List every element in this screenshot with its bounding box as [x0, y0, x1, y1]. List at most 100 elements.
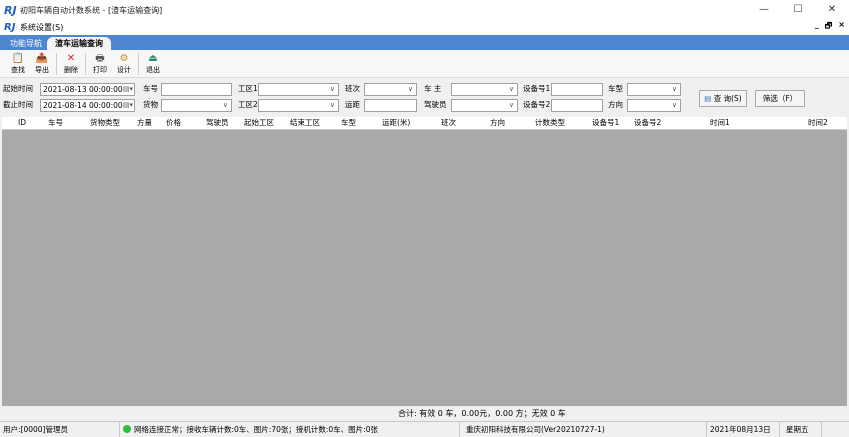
menu-logo: RJ	[4, 22, 16, 33]
query-button[interactable]: ▤ 查 询(S)	[699, 90, 747, 107]
export-button[interactable]: 📤 导出	[30, 50, 54, 78]
delete-button[interactable]: ✕ 删除	[59, 50, 83, 78]
network-ok-icon	[123, 425, 131, 433]
find-button-label: 查找	[11, 66, 25, 74]
tab-muck-truck-query[interactable]: 渣车运输查询	[47, 37, 111, 50]
menu-system-settings[interactable]: 系统设置(S)	[20, 22, 63, 33]
maximize-button[interactable]: ☐	[781, 0, 815, 20]
col-header[interactable]: 设备号2	[634, 117, 661, 129]
mdi-close-button[interactable]: ×	[838, 20, 845, 34]
owner-select[interactable]	[451, 83, 518, 96]
tab-strip: 功能导航 渣车运输查询	[0, 35, 849, 50]
filter-button[interactable]: 筛选（F）	[755, 90, 805, 107]
summary-bar: 合计: 有效 0 车，0.00元，0.00 方；无效 0 车	[0, 407, 849, 421]
status-weekday: 星期五	[780, 422, 822, 437]
col-header[interactable]: 车型	[341, 117, 356, 129]
status-user: 用户:[0000]管理员	[0, 422, 120, 437]
print-button[interactable]: 🖶 打印	[88, 50, 112, 78]
col-header[interactable]: 方量	[137, 117, 152, 129]
goods-select[interactable]	[161, 99, 232, 112]
status-date: 2021年08月13日	[707, 422, 780, 437]
plate-input[interactable]	[161, 83, 232, 96]
driver-label: 驾驶员	[424, 100, 447, 109]
distance-input[interactable]	[364, 99, 417, 112]
tab-function-nav[interactable]: 功能导航	[4, 37, 48, 50]
zone2-select[interactable]	[258, 99, 339, 112]
status-bar: 用户:[0000]管理员 网络连接正常；接收车辆计数:0车、图片:70张；接机计…	[0, 421, 849, 437]
search-icon: 📋	[11, 53, 25, 64]
find-button[interactable]: 📋 查找	[6, 50, 30, 78]
exit-button-label: 退出	[146, 66, 160, 74]
status-company: 重庆初阳科技有限公司(Ver20210727-1)	[460, 422, 707, 437]
col-header[interactable]: 计数类型	[535, 117, 565, 129]
title-bar: RJ 初阳车辆自动计数系统 - [渣车运输查询] — ☐ ✕	[0, 0, 849, 20]
mdi-minimize-button[interactable]: _	[815, 20, 819, 34]
cartype-label: 车型	[608, 84, 623, 93]
filter-panel: 起始时间 2021-08-13 00:00:00 截止时间 2021-08-14…	[0, 80, 849, 116]
col-header[interactable]: 时间1	[710, 117, 730, 129]
col-header[interactable]: 货物类型	[90, 117, 120, 129]
col-header[interactable]: 运距(米)	[382, 117, 410, 129]
print-button-label: 打印	[93, 66, 107, 74]
close-button[interactable]: ✕	[815, 0, 849, 20]
query-button-label: 查 询(S)	[713, 94, 742, 103]
col-header[interactable]: 设备号1	[592, 117, 619, 129]
exit-icon: ⏏	[148, 53, 158, 64]
col-header[interactable]: 驾驶员	[206, 117, 229, 129]
zone1-select[interactable]	[258, 83, 339, 96]
distance-label: 运距	[345, 100, 360, 109]
col-header[interactable]: 起始工区	[244, 117, 274, 129]
mdi-restore-button[interactable]: 🗗	[825, 20, 833, 34]
grid-header: ID 车号 货物类型 方量 价格 驾驶员 起始工区 结束工区 车型 运距(米) …	[2, 117, 847, 130]
export-button-label: 导出	[35, 66, 49, 74]
col-header[interactable]: 车号	[48, 117, 63, 129]
plate-label: 车号	[143, 84, 158, 93]
col-header[interactable]: 价格	[166, 117, 181, 129]
toolbar-separator	[85, 53, 86, 75]
start-time-picker[interactable]: 2021-08-13 00:00:00	[40, 83, 135, 96]
summary-text: 合计: 有效 0 车，0.00元，0.00 方；无效 0 车	[398, 409, 566, 418]
owner-label: 车 主	[424, 84, 442, 93]
window-title: 初阳车辆自动计数系统 - [渣车运输查询]	[20, 5, 163, 15]
design-icon: ⚙	[119, 53, 129, 64]
status-network-text: 网络连接正常；接收车辆计数:0车、图片:70张；接机计数:0车、图片:0张	[134, 425, 378, 434]
delete-icon: ✕	[66, 53, 76, 64]
toolbar: 📋 查找 📤 导出 ✕ 删除 🖶 打印 ⚙ 设计 ⏏ 退出	[0, 50, 849, 78]
end-time-picker[interactable]: 2021-08-14 00:00:00	[40, 99, 135, 112]
device2-input[interactable]	[551, 99, 603, 112]
cartype-select[interactable]	[627, 83, 681, 96]
col-header[interactable]: ID	[18, 117, 26, 129]
shift-label: 班次	[345, 84, 360, 93]
zone1-label: 工区1	[238, 84, 258, 93]
toolbar-separator	[138, 53, 139, 75]
window-controls: — ☐ ✕	[747, 0, 849, 20]
zone2-label: 工区2	[238, 100, 258, 109]
design-button-label: 设计	[117, 66, 131, 74]
mdi-controls: _ 🗗 ×	[815, 20, 845, 34]
device1-input[interactable]	[551, 83, 603, 96]
direction-select[interactable]	[627, 99, 681, 112]
app-logo: RJ	[4, 3, 17, 17]
driver-select[interactable]	[451, 99, 518, 112]
col-header[interactable]: 方向	[490, 117, 505, 129]
col-header[interactable]: 班次	[441, 117, 456, 129]
shift-select[interactable]	[364, 83, 417, 96]
status-network: 网络连接正常；接收车辆计数:0车、图片:70张；接机计数:0车、图片:0张	[120, 422, 460, 437]
end-time-label: 截止时间	[3, 100, 33, 109]
query-icon: ▤	[704, 94, 712, 103]
col-header[interactable]: 时间2	[808, 117, 828, 129]
minimize-button[interactable]: —	[747, 0, 781, 20]
goods-label: 货物	[143, 100, 158, 109]
device2-label: 设备号2	[523, 100, 551, 109]
device1-label: 设备号1	[523, 84, 551, 93]
export-icon: 📤	[35, 53, 49, 64]
design-button[interactable]: ⚙ 设计	[112, 50, 136, 78]
toolbar-separator	[56, 53, 57, 75]
exit-button[interactable]: ⏏ 退出	[141, 50, 165, 78]
start-time-label: 起始时间	[3, 84, 33, 93]
delete-button-label: 删除	[64, 66, 78, 74]
menu-bar: RJ 系统设置(S) _ 🗗 ×	[0, 20, 849, 35]
grid-body[interactable]	[2, 130, 847, 406]
direction-label: 方向	[608, 100, 623, 109]
col-header[interactable]: 结束工区	[290, 117, 320, 129]
